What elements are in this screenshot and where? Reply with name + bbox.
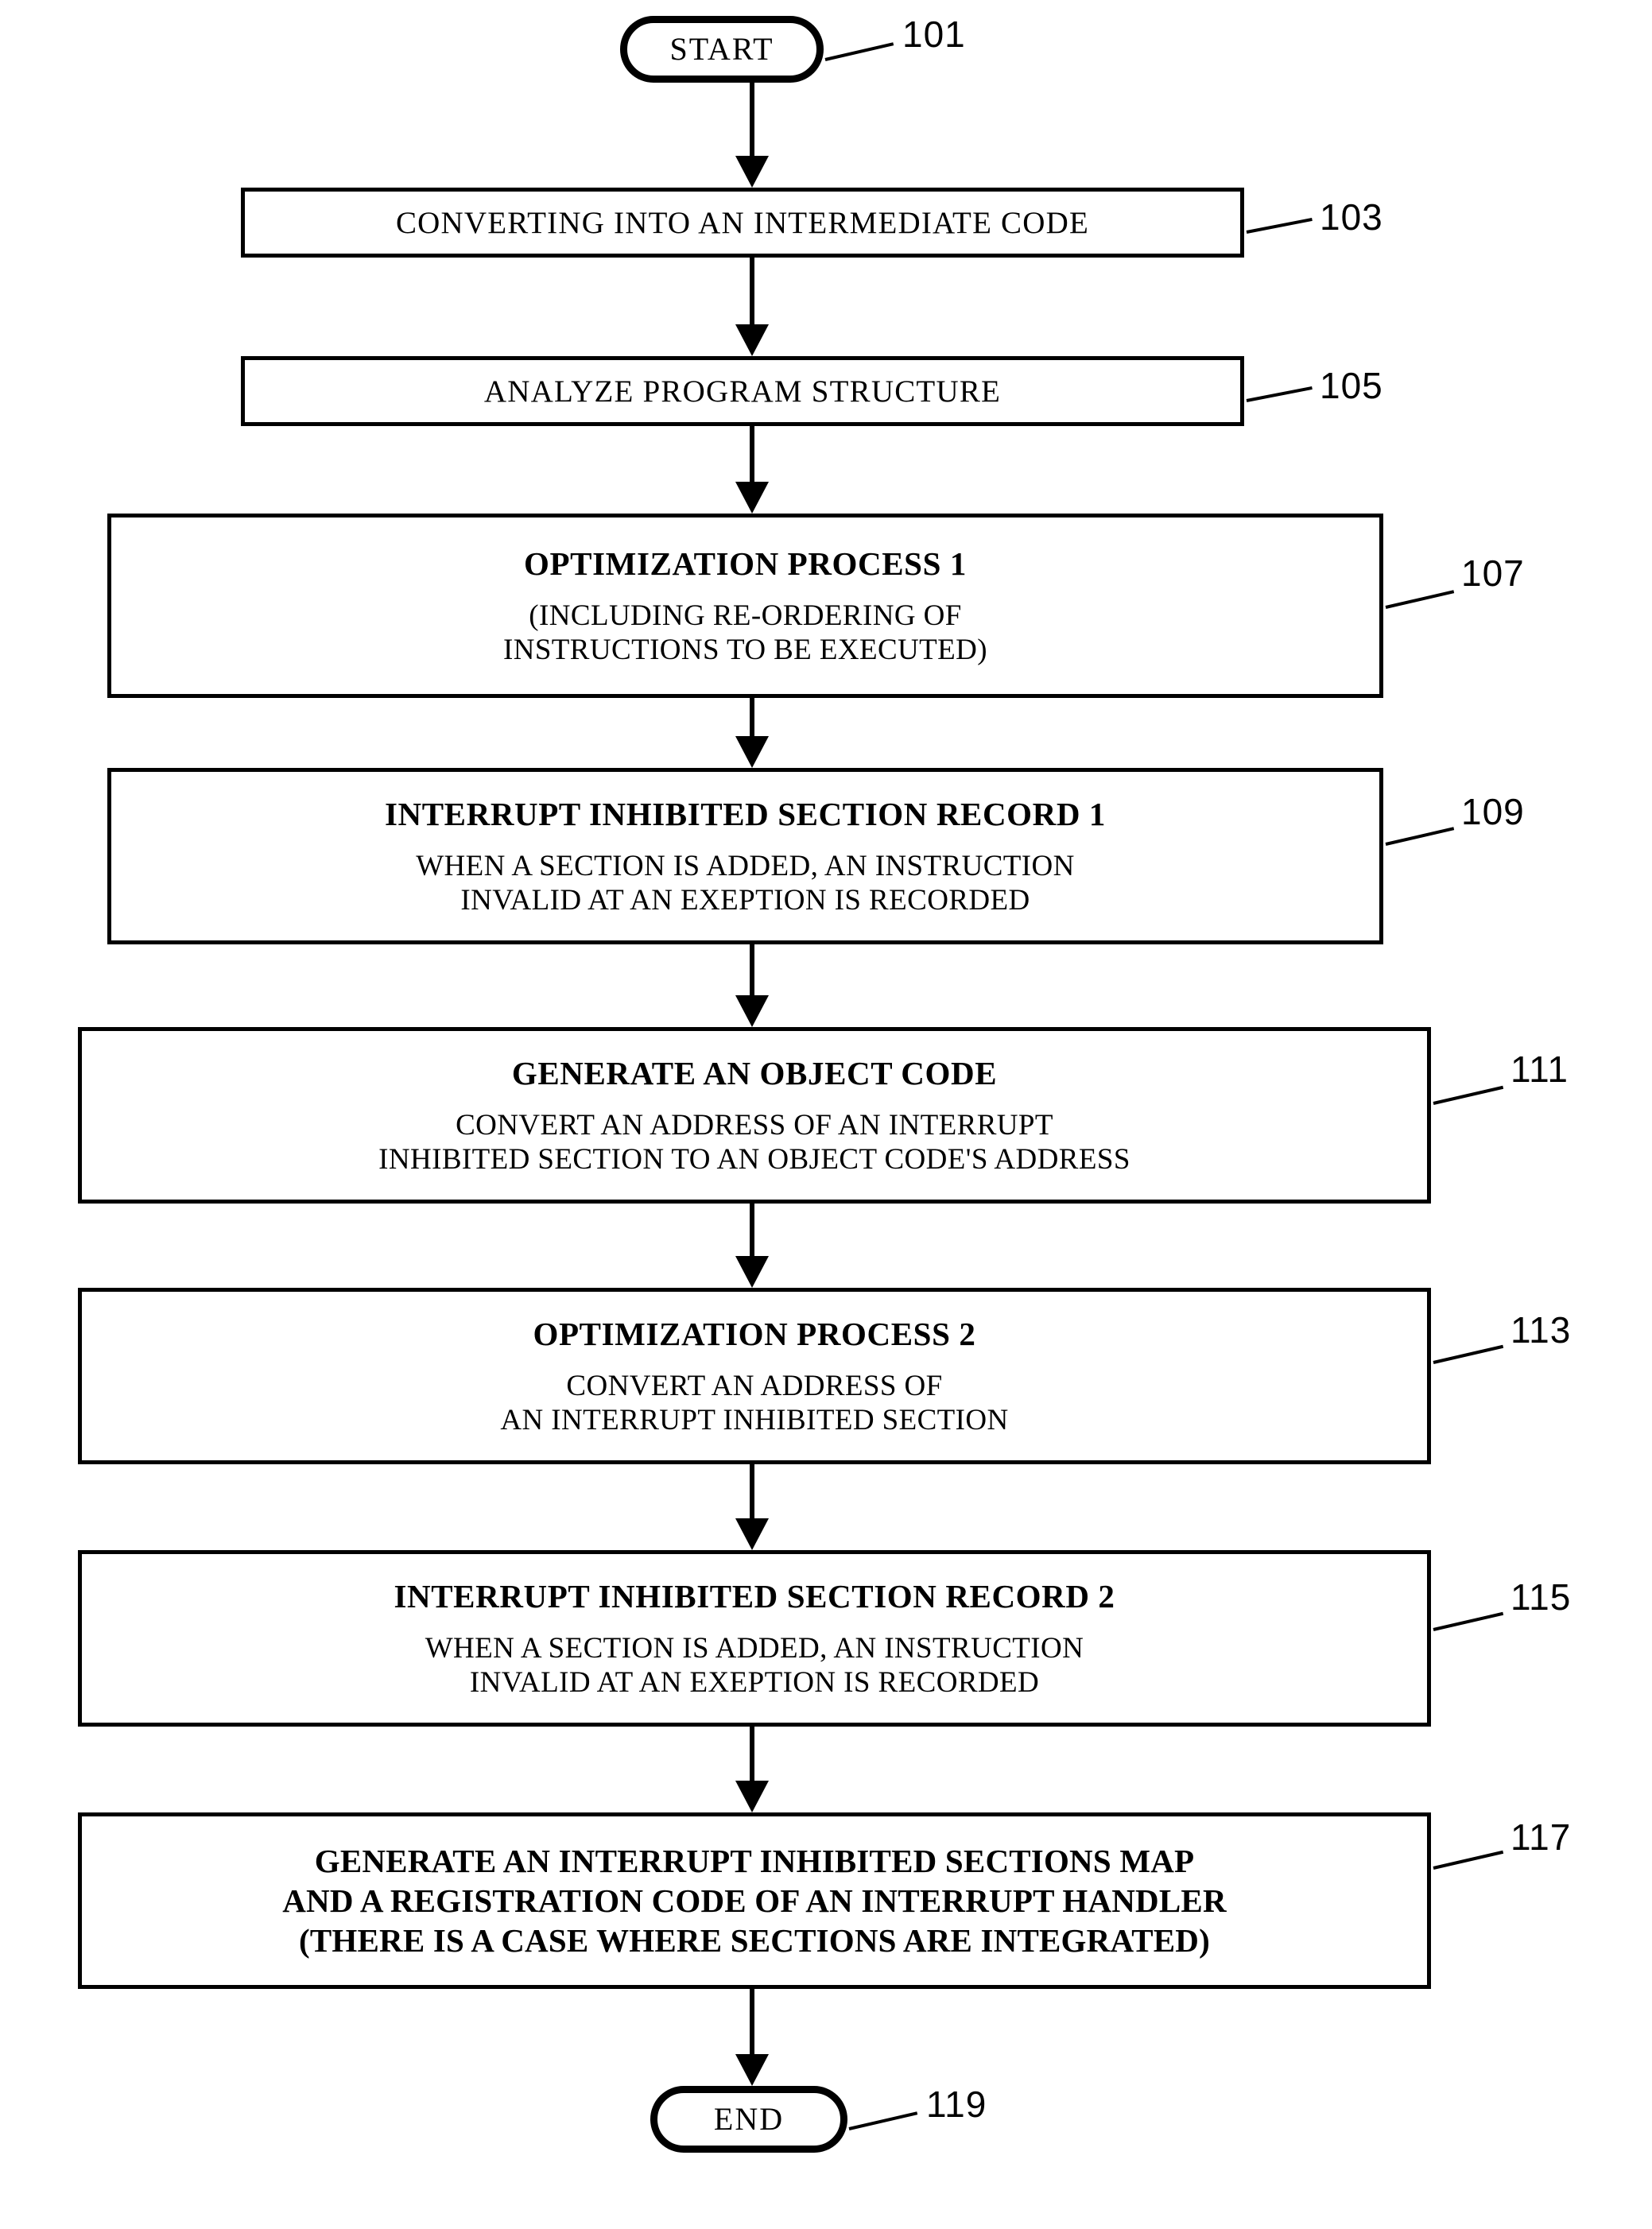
node-step-117-line-2: AND A REGISTRATION CODE OF AN INTERRUPT … [282,1882,1227,1919]
node-end: END [650,2086,847,2153]
node-end-label: END [713,2101,785,2137]
leader-line-109 [1385,827,1455,846]
node-step-107-line-2: INSTRUCTIONS TO BE EXECUTED) [502,633,988,666]
leader-line-105 [1246,386,1313,402]
node-step-113-line-1: CONVERT AN ADDRESS OF [566,1369,943,1402]
ref-number-105: 105 [1320,365,1383,406]
flowchart-figure: START 101 CONVERTING INTO AN INTERMEDIAT… [0,0,1652,2229]
node-step-109-line-1: WHEN A SECTION IS ADDED, AN INSTRUCTION [416,849,1075,882]
ref-number-103: 103 [1320,196,1383,238]
arrow-113-to-115 [735,1464,769,1550]
node-step-109: INTERRUPT INHIBITED SECTION RECORD 1 WHE… [107,768,1383,944]
node-start: START [620,16,824,83]
node-step-105-line-1: ANALYZE PROGRAM STRUCTURE [483,374,1002,409]
ref-number-115: 115 [1510,1576,1572,1618]
leader-line-119 [848,2111,918,2130]
ref-number-111: 111 [1510,1049,1569,1090]
arrow-109-to-111 [735,944,769,1027]
arrow-111-to-113 [735,1204,769,1288]
node-step-107-heading: OPTIMIZATION PROCESS 1 [524,545,967,582]
node-step-105: ANALYZE PROGRAM STRUCTURE [241,356,1244,426]
node-step-117: GENERATE AN INTERRUPT INHIBITED SECTIONS… [78,1812,1431,1989]
leader-line-113 [1433,1344,1504,1364]
node-step-107: OPTIMIZATION PROCESS 1 (INCLUDING RE-ORD… [107,514,1383,698]
leader-line-117 [1433,1850,1504,1870]
node-step-117-line-3: (THERE IS A CASE WHERE SECTIONS ARE INTE… [299,1922,1210,1959]
leader-line-103 [1246,218,1313,234]
node-step-107-line-1: (INCLUDING RE-ORDERING OF [529,599,962,632]
arrow-117-to-end [735,1989,769,2086]
ref-number-109: 109 [1461,791,1525,832]
node-step-111-heading: GENERATE AN OBJECT CODE [511,1054,998,1091]
arrow-115-to-117 [735,1727,769,1812]
node-step-115-line-2: INVALID AT AN EXEPTION IS RECORDED [469,1665,1040,1699]
arrow-103-to-105 [735,258,769,356]
ref-number-117: 117 [1510,1816,1572,1858]
node-step-109-heading: INTERRUPT INHIBITED SECTION RECORD 1 [384,795,1107,832]
node-step-113-line-2: AN INTERRUPT INHIBITED SECTION [500,1403,1009,1436]
node-step-115-heading: INTERRUPT INHIBITED SECTION RECORD 2 [394,1577,1115,1615]
node-step-103: CONVERTING INTO AN INTERMEDIATE CODE [241,188,1244,258]
node-step-113-heading: OPTIMIZATION PROCESS 2 [533,1315,976,1352]
ref-number-107: 107 [1461,552,1525,594]
leader-line-101 [824,42,894,61]
node-step-115-line-1: WHEN A SECTION IS ADDED, AN INSTRUCTION [425,1631,1084,1665]
leader-line-107 [1385,590,1455,609]
node-step-111-line-1: CONVERT AN ADDRESS OF AN INTERRUPT [456,1108,1053,1142]
leader-line-115 [1433,1611,1504,1631]
node-step-117-line-1: GENERATE AN INTERRUPT INHIBITED SECTIONS… [314,1842,1195,1879]
node-start-label: START [669,31,774,67]
node-step-113: OPTIMIZATION PROCESS 2 CONVERT AN ADDRES… [78,1288,1431,1464]
arrow-107-to-109 [735,698,769,768]
ref-number-101: 101 [902,14,966,55]
ref-number-119: 119 [926,2084,987,2125]
ref-number-113: 113 [1510,1309,1572,1351]
node-step-103-line-1: CONVERTING INTO AN INTERMEDIATE CODE [395,205,1090,240]
arrow-105-to-107 [735,426,769,514]
node-step-109-line-2: INVALID AT AN EXEPTION IS RECORDED [460,883,1030,917]
node-step-111-line-2: INHIBITED SECTION TO AN OBJECT CODE'S AD… [378,1142,1130,1176]
leader-line-111 [1433,1085,1504,1105]
node-step-115: INTERRUPT INHIBITED SECTION RECORD 2 WHE… [78,1550,1431,1727]
arrow-start-to-103 [735,83,769,188]
node-step-111: GENERATE AN OBJECT CODE CONVERT AN ADDRE… [78,1027,1431,1204]
